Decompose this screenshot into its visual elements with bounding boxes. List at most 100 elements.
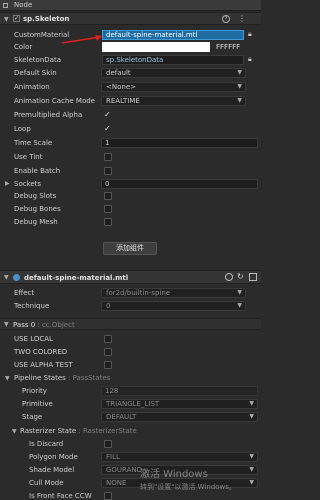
pass-header[interactable]: ▼ Pass 0 : cc.Object (0, 318, 261, 330)
primitive-select[interactable]: TRIANGLE_LIST ▼ (101, 399, 258, 409)
use-alpha-test-label: USE ALPHA TEST (14, 361, 73, 369)
primitive-label: Primitive (22, 400, 53, 408)
animation-label: Animation (14, 83, 50, 91)
shade-model-value: GOURAND (106, 466, 143, 474)
technique-select[interactable]: 0 ▼ (101, 301, 246, 311)
front-face-label: Is Front Face CCW (29, 492, 92, 500)
more-icon[interactable]: ⋮ (238, 14, 246, 23)
save-icon[interactable] (249, 273, 257, 281)
row-loop: Loop ✓ (0, 123, 261, 135)
row-rasterizer-state[interactable]: ▼ Rasterizer State : RasterizerState (0, 425, 261, 437)
animation-select[interactable]: <None> ▼ (101, 82, 246, 92)
collapse-icon[interactable]: ▼ (5, 375, 10, 382)
lock-icon[interactable]: 🔒︎ (248, 30, 252, 39)
cull-mode-value: NONE (106, 479, 127, 487)
chevron-down-icon: ▼ (249, 400, 254, 407)
chevron-down-icon: ▼ (249, 453, 254, 460)
refresh-icon[interactable]: ↻ (237, 272, 244, 281)
default-skin-label: Default Skin (14, 69, 57, 77)
time-scale-input[interactable]: 1 (101, 138, 258, 148)
color-label: Color (14, 43, 33, 51)
default-skin-select[interactable]: default ▼ (101, 68, 246, 78)
collapse-icon[interactable]: ▼ (4, 274, 9, 281)
chevron-down-icon: ▼ (237, 97, 242, 104)
pipeline-label: Pipeline States (14, 374, 66, 382)
row-primitive: Primitive TRIANGLE_LIST ▼ (0, 398, 261, 410)
pass-type: cc.Object (41, 321, 75, 329)
row-polygon-mode: Polygon Mode FILL ▼ (0, 451, 261, 463)
component-header[interactable]: ▼ ✓ sp.Skeleton ? ⋮ (0, 12, 261, 25)
row-animation: Animation <None> ▼ (0, 81, 261, 93)
stage-select[interactable]: DEFAULT ▼ (101, 412, 258, 422)
anim-cache-select[interactable]: REALTIME ▼ (101, 96, 246, 106)
sockets-label: Sockets (14, 180, 42, 188)
locate-icon[interactable] (225, 273, 233, 281)
help-icon[interactable]: ? (222, 15, 230, 23)
pipeline-title: Pipeline States : PassStates (14, 374, 111, 382)
chevron-down-icon: ▼ (249, 413, 254, 420)
collapse-icon[interactable]: ▼ (4, 321, 9, 328)
component-name: sp.Skeleton (23, 15, 70, 23)
animation-value: <None> (106, 83, 136, 91)
row-use-alpha-test: USE ALPHA TEST (0, 359, 261, 371)
color-hex[interactable]: FFFFFF (216, 43, 240, 51)
row-sockets: ▶ Sockets 0 (0, 178, 261, 190)
row-use-tint: Use Tint (0, 151, 261, 163)
row-priority: Priority 128 (0, 385, 261, 397)
polygon-mode-select[interactable]: FILL ▼ (101, 452, 258, 462)
row-debug-slots: Debug Slots (0, 190, 261, 202)
polygon-mode-value: FILL (106, 453, 120, 461)
is-discard-checkbox[interactable] (104, 440, 112, 448)
pipeline-type: PassStates (72, 374, 111, 382)
is-discard-label: Is Discard (29, 440, 64, 448)
time-scale-value: 1 (105, 139, 110, 147)
front-face-checkbox[interactable] (104, 492, 112, 500)
collapse-icon[interactable]: ▼ (12, 428, 17, 435)
use-local-label: USE LOCAL (14, 335, 53, 343)
enable-batch-label: Enable Batch (14, 167, 61, 175)
debug-slots-label: Debug Slots (14, 192, 57, 200)
add-component-button[interactable]: 添加组件 (103, 242, 157, 255)
sockets-input[interactable]: 0 (101, 179, 258, 189)
stage-value: DEFAULT (106, 413, 137, 421)
watermark-line2: 转到"设置"以激活 Windows。 (140, 483, 236, 491)
enable-batch-checkbox[interactable] (104, 167, 112, 175)
expand-icon[interactable]: ▶ (5, 180, 10, 187)
pass-title: Pass 0 : cc.Object (13, 321, 75, 329)
raster-label: Rasterizer State (20, 427, 77, 435)
custom-material-field[interactable]: default-spine-material.mtl (102, 30, 244, 40)
debug-mesh-checkbox[interactable] (104, 218, 112, 226)
lock-icon[interactable]: 🔒︎ (248, 55, 252, 64)
row-two-colored: TWO COLORED (0, 346, 261, 358)
use-local-checkbox[interactable] (104, 335, 112, 343)
premultiplied-checkbox[interactable]: ✓ (104, 111, 112, 119)
collapse-icon[interactable]: ▼ (4, 16, 9, 23)
use-tint-checkbox[interactable] (104, 153, 112, 161)
watermark-line1: 激活 Windows (140, 469, 208, 480)
raster-type: RasterizerState (82, 427, 137, 435)
header-title: Node (14, 1, 33, 9)
chevron-down-icon: ▼ (237, 289, 242, 296)
material-header[interactable]: ▼ default-spine-material.mtl ↻ (0, 270, 261, 284)
color-swatch[interactable] (102, 42, 210, 52)
loop-checkbox[interactable]: ✓ (104, 125, 112, 133)
skeleton-data-field[interactable]: sp.SkeletonData (102, 55, 244, 65)
row-pipeline-states[interactable]: ▼ Pipeline States : PassStates (0, 372, 261, 384)
debug-slots-checkbox[interactable] (104, 192, 112, 200)
two-colored-checkbox[interactable] (104, 348, 112, 356)
debug-mesh-label: Debug Mesh (14, 218, 58, 226)
effect-value: for2d/builtin-spine (106, 289, 171, 297)
priority-input[interactable]: 128 (101, 386, 258, 396)
row-color: Color FFFFFF (0, 41, 261, 53)
raster-title: Rasterizer State : RasterizerState (20, 427, 137, 435)
loop-label: Loop (14, 125, 31, 133)
priority-value: 128 (105, 387, 119, 395)
effect-select[interactable]: for2d/builtin-spine ▼ (101, 288, 246, 298)
debug-bones-checkbox[interactable] (104, 205, 112, 213)
use-alpha-test-checkbox[interactable] (104, 361, 112, 369)
technique-value: 0 (106, 302, 111, 310)
primitive-value: TRIANGLE_LIST (106, 400, 160, 408)
enable-checkbox[interactable]: ✓ (13, 15, 20, 22)
cull-mode-label: Cull Mode (29, 479, 64, 487)
chevron-down-icon: ▼ (237, 69, 242, 76)
